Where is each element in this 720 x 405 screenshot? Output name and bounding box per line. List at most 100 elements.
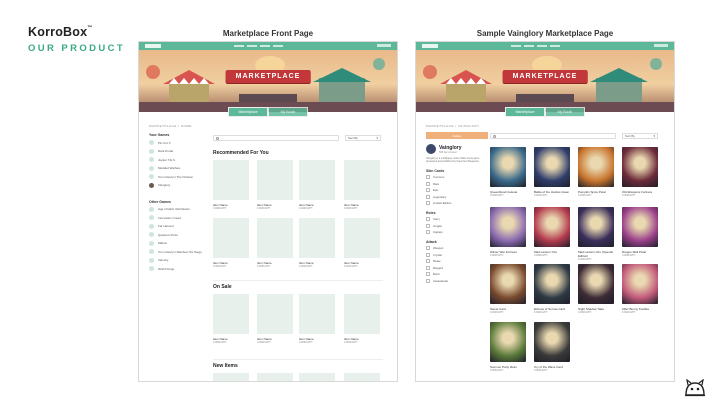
checkbox-box[interactable] [426,217,430,221]
checkbox-box[interactable] [426,223,430,228]
sidebar-game-item[interactable]: Mabos [149,240,209,246]
skin-card[interactable]: Cry of the Wave Card 0.0000 ETH [534,322,570,372]
skin-card[interactable]: Queenblood Celeste 0.0000 ETH [490,147,526,197]
follow-button[interactable]: Follow [426,132,488,139]
item-card[interactable]: Item Name 0.0000 ETH [299,294,335,344]
checkbox-box[interactable] [426,246,430,250]
item-card[interactable]: Item Name 0.0000 ETH [344,218,380,268]
item-card[interactable] [299,373,335,381]
nav-link[interactable] [273,45,283,47]
sidebar-game-item[interactable]: Vainglory [149,182,209,188]
search-input[interactable] [213,135,339,141]
nav-account[interactable] [654,44,668,47]
checkbox-box[interactable] [426,252,430,257]
filter-checkbox[interactable]: Jungler [426,223,488,228]
checkbox-box[interactable] [426,278,430,283]
skin-card[interactable]: Mad Lantern Ozo 0.0000 ETH [534,207,570,257]
skin-card[interactable]: Old-Weapons Fortress 0.0000 ETH [622,147,658,197]
item-card[interactable]: Item Name 0.0000 ETH [299,218,335,268]
skin-card[interactable]: Winter War Fortress 0.0000 ETH [490,207,526,257]
sidebar-game-item[interactable]: Pin Cut X [149,140,209,145]
filter-checkbox[interactable]: Captain [426,230,488,234]
sidebar-game-item[interactable]: World Kings [149,266,209,271]
item-card[interactable]: Item Name 0.0000 ETH [257,160,293,210]
game-label: Jupiter T.E.S [158,157,175,162]
tab-marketplace[interactable]: Marketplace [505,107,545,117]
item-card[interactable]: Item Name 0.0000 ETH [344,160,380,210]
nav-link[interactable] [550,45,560,47]
nav-link[interactable] [234,45,244,47]
nav-logo[interactable] [145,44,161,48]
item-card[interactable]: Item Name 0.0000 ETH [213,218,249,268]
sidebar-game-item[interactable]: Tom Clancy's The Division [149,174,209,179]
skin-card[interactable]: Dragon Mail Petal 0.0000 ETH [622,207,658,257]
nav-account[interactable] [377,44,391,47]
filter-checkbox[interactable]: Common [426,175,488,179]
sidebar-game-item[interactable]: Innovation Creed [149,215,209,220]
nav-link[interactable] [247,45,257,47]
skin-card[interactable]: Killer Bunny Koshka 0.0000 ETH [622,264,658,314]
checkbox-box[interactable] [426,230,430,234]
sidebar-game-item[interactable]: Dark Portal [149,148,209,154]
item-card[interactable]: Item Name 0.0000 ETH [299,160,335,210]
skin-card[interactable]: Mad Lantern Ozo (Special Edition) 0.0000 … [578,207,614,261]
checkbox-box[interactable] [426,194,430,199]
nav-link[interactable] [524,45,534,47]
filter-checkbox[interactable]: Limited Edition [426,201,488,205]
sidebar-game-item[interactable]: Age of Dark: Retribution [149,206,209,212]
filter-checkbox[interactable]: Weapon [426,246,488,250]
filter-checkbox[interactable]: Carry [426,217,488,221]
sidebar-game-item[interactable]: Quantum Prize [149,232,209,237]
skin-card[interactable]: Night Shadow Taka 0.0000 ETH [578,264,614,314]
sidebar-game-item[interactable]: Far Harvest [149,223,209,229]
item-card[interactable]: Item Name 0.0000 ETH [344,294,380,344]
sidebar-game-item[interactable]: Tom Clancy's Rainbow Six Siege [149,249,209,254]
sidebar-game-item[interactable]: Modded Warfare [149,165,209,171]
nav-link[interactable] [260,45,270,47]
skin-card[interactable]: Pumpkin Spice Petal 0.0000 ETH [578,147,614,197]
tab-marketplace[interactable]: Marketplace [228,107,268,117]
tab-my-booth[interactable]: My Booth [268,107,308,117]
checkbox-box[interactable] [426,265,430,270]
tab-my-booth[interactable]: My Booth [545,107,585,117]
checkbox-box[interactable] [426,181,430,186]
filter-checkbox[interactable]: Ranged [426,265,488,270]
sort-dropdown[interactable]: Sort By ▾ [345,135,381,141]
nav-logo[interactable] [422,44,438,48]
item-card[interactable] [344,373,380,381]
checkbox-box[interactable] [426,175,430,179]
item-card[interactable] [257,373,293,381]
item-card[interactable]: Item Name 0.0000 ETH [257,294,293,344]
card-price: 0.0000 ETH [578,194,592,197]
sidebar-game-item[interactable]: Jupiter T.E.S [149,157,209,162]
nav-link[interactable] [537,45,547,47]
sidebar-game-item[interactable]: Velocity [149,257,209,263]
filter-checkbox[interactable]: Melee [426,259,488,263]
filter-checkbox[interactable]: Epic [426,188,488,192]
filter-checkbox[interactable]: Rare [426,181,488,186]
checkbox-box[interactable] [426,259,430,263]
checkbox-box[interactable] [426,188,430,192]
game-label: World Kings [158,266,175,271]
checkbox-box[interactable] [426,201,430,205]
search-input[interactable] [490,133,616,139]
card-art [622,207,658,247]
skin-card[interactable]: Sweet Card 0.0000 ETH [490,264,526,314]
filter-label: Weapon [433,246,444,250]
skin-card[interactable]: Battle of the Hordes Gwen 0.0000 ETH [534,147,570,197]
filter-checkbox[interactable]: Crystal [426,252,488,257]
skin-card[interactable]: Echoes of Sorrow Card 0.0000 ETH [534,264,570,314]
skin-card[interactable]: Summer Party Reim 0.0000 ETH [490,322,526,372]
card-art [534,322,570,362]
filter-checkbox[interactable]: Assassinate [426,278,488,283]
checkbox-box[interactable] [426,272,430,276]
item-card[interactable]: Item Name 0.0000 ETH [257,218,293,268]
item-card[interactable]: Item Name 0.0000 ETH [213,160,249,210]
sort-dropdown[interactable]: Sort By ▾ [622,133,658,139]
item-card[interactable]: Item Name 0.0000 ETH [213,294,249,344]
item-card[interactable] [213,373,249,381]
nav-link[interactable] [511,45,521,47]
filter-checkbox[interactable]: Legendary [426,194,488,199]
filter-checkbox[interactable]: Burst [426,272,488,276]
game-label: Pin Cut X [158,140,171,145]
